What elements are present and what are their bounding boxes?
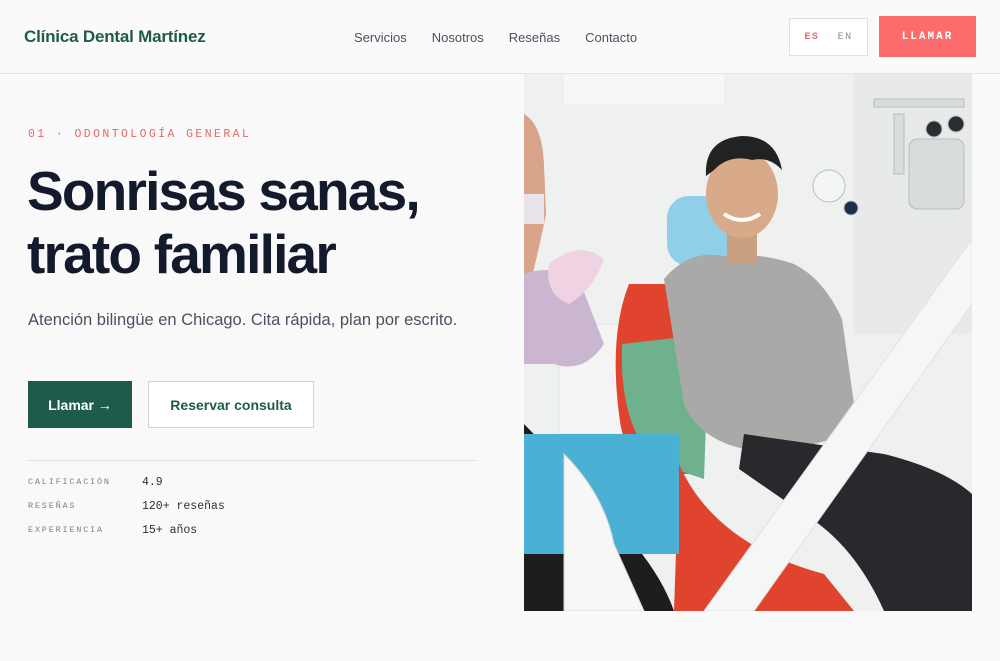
call-button-primary[interactable]: Llamar → xyxy=(28,381,132,428)
call-button-header[interactable]: LLAMAR xyxy=(879,16,976,57)
nav-link-resenas[interactable]: Reseñas xyxy=(509,30,560,45)
hero-title: Sonrisas sanas, trato familiar xyxy=(27,160,497,286)
hero-subtitle: Atención bilingüe en Chicago. Cita rápid… xyxy=(28,311,458,329)
main-nav: Servicios Nosotros Reseñas Contacto xyxy=(354,30,637,45)
nav-link-servicios[interactable]: Servicios xyxy=(354,30,407,45)
stats-list: CALIFICACIÓN 4.9 RESEÑAS 120+ reseñas EX… xyxy=(28,470,225,542)
stat-value: 4.9 xyxy=(142,475,163,489)
stat-experience: EXPERIENCIA 15+ años xyxy=(28,518,225,542)
brand-logo[interactable]: Clínica Dental Martínez xyxy=(24,27,206,47)
stat-value: 120+ reseñas xyxy=(142,499,225,513)
stat-rating: CALIFICACIÓN 4.9 xyxy=(28,470,225,494)
language-switcher: ES · EN xyxy=(789,18,868,56)
nav-link-nosotros[interactable]: Nosotros xyxy=(432,30,484,45)
lang-es-button[interactable]: ES xyxy=(804,32,819,43)
nav-link-contacto[interactable]: Contacto xyxy=(585,30,637,45)
stat-label: EXPERIENCIA xyxy=(28,525,104,535)
dental-patient-photo-icon xyxy=(524,74,972,611)
hero-title-line-2: trato familiar xyxy=(27,223,337,285)
stat-reviews: RESEÑAS 120+ reseñas xyxy=(28,494,225,518)
lang-separator: · xyxy=(825,32,832,42)
stat-label: CALIFICACIÓN xyxy=(28,477,111,487)
hero-photo xyxy=(524,74,972,611)
lang-en-button[interactable]: EN xyxy=(838,32,853,43)
hero-title-line-1: Sonrisas sanas, xyxy=(27,160,421,222)
hero-eyebrow: 01 · ODONTOLOGÍA GENERAL xyxy=(28,128,252,141)
stat-value: 15+ años xyxy=(142,523,198,537)
book-consultation-button[interactable]: Reservar consulta xyxy=(148,381,314,428)
site-header: Clínica Dental Martínez Servicios Nosotr… xyxy=(0,0,1000,74)
stats-divider xyxy=(28,460,476,461)
stat-label: RESEÑAS xyxy=(28,501,77,511)
